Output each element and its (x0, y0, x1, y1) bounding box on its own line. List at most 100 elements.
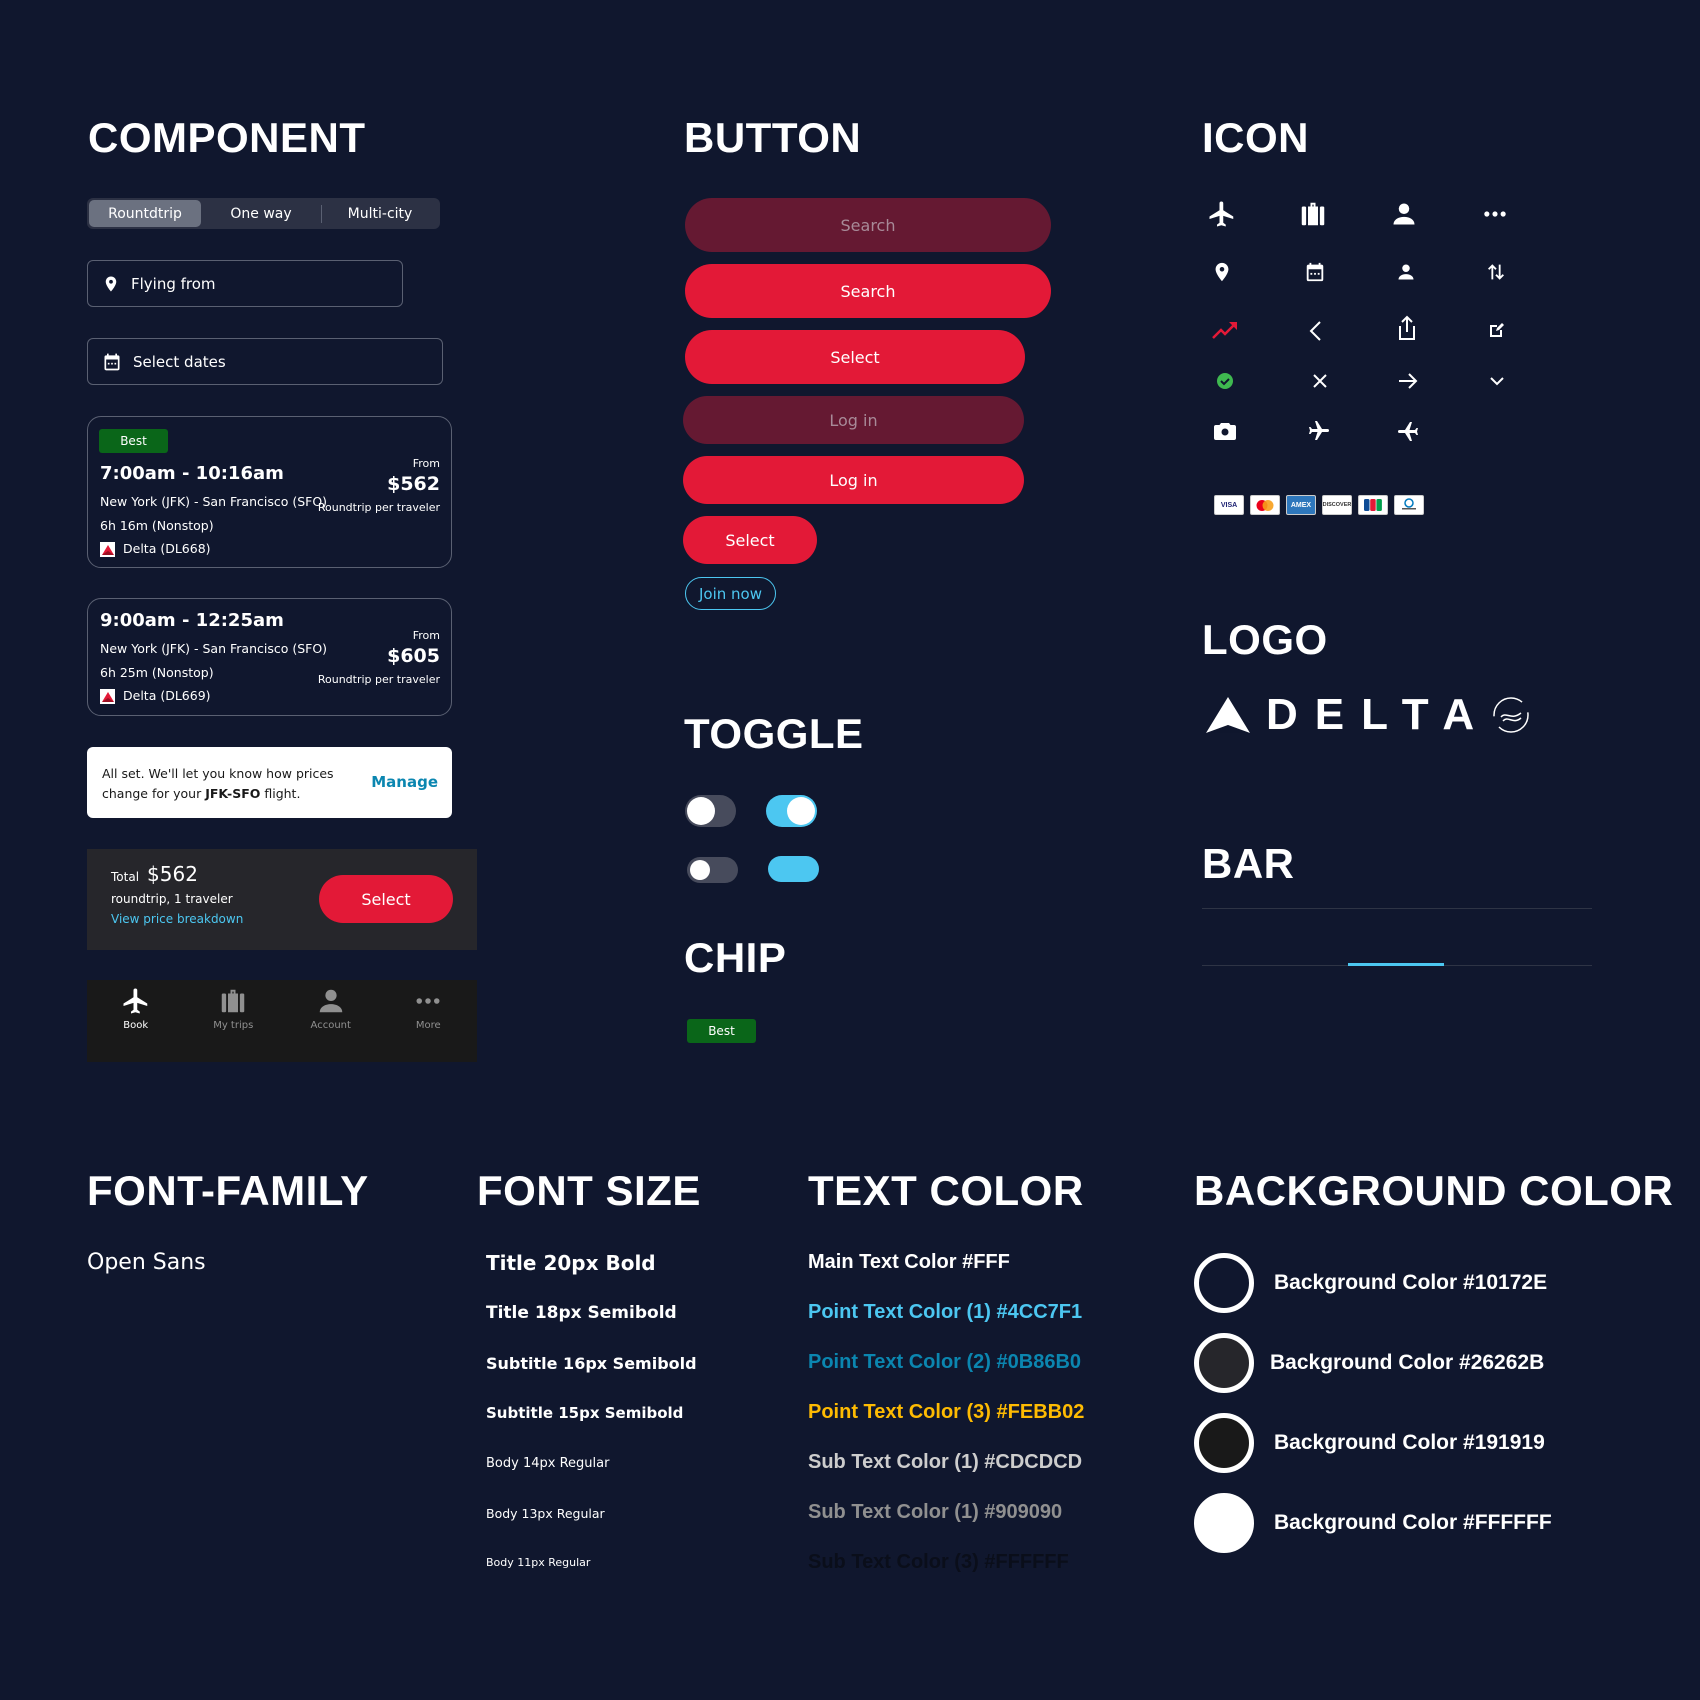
flight-card[interactable]: Best 7:00am - 10:16am New York (JFK) - S… (87, 416, 452, 568)
arrow-right-icon (1390, 363, 1426, 399)
more-dots-icon (1477, 196, 1513, 232)
flight-route: New York (JFK) - San Francisco (SFO) (100, 641, 328, 656)
background-color-row: Background Color #191919 (1194, 1413, 1545, 1473)
close-icon (1302, 363, 1338, 399)
bottom-navigation: Book My trips Account More (87, 980, 477, 1062)
background-color-row: Background Color #10172E (1194, 1253, 1547, 1313)
select-dates-input[interactable]: Select dates (87, 338, 443, 385)
total-row: Total $562 (111, 862, 198, 886)
heading-logo: LOGO (1202, 616, 1328, 663)
price-note: Roundtrip per traveler (317, 673, 440, 686)
check-circle-icon (1207, 363, 1243, 399)
airline-row: Delta (DL669) (100, 688, 211, 704)
font-size-sample: Subtitle 15px Semibold (486, 1404, 684, 1422)
best-chip: Best (687, 1019, 756, 1043)
trip-type-segmented-control: Rountdtrip One way Multi-city (87, 198, 440, 229)
amex-card-icon: AMEX (1286, 495, 1316, 515)
departure-plane-icon (1301, 413, 1337, 449)
nav-label: Book (123, 1020, 149, 1031)
bar-divider-top (1202, 908, 1592, 909)
person-icon (319, 989, 342, 1013)
chevron-down-icon (1479, 363, 1515, 399)
trip-type-roundtrip[interactable]: Rountdtrip (89, 200, 201, 227)
swap-vertical-icon (1478, 254, 1514, 290)
airline-row: Delta (DL668) (100, 541, 211, 557)
background-color-row: Background Color #26262B (1194, 1333, 1544, 1393)
join-now-button[interactable]: Join now (685, 577, 776, 610)
login-button-disabled[interactable]: Log in (683, 396, 1024, 444)
location-pin-icon (105, 276, 117, 291)
location-pin-icon (1204, 254, 1240, 290)
trip-info: roundtrip, 1 traveler (111, 892, 233, 906)
camera-icon (1207, 413, 1243, 449)
nav-label: My trips (213, 1020, 254, 1031)
calendar-icon (104, 353, 120, 370)
toggle-small-on[interactable] (768, 856, 819, 882)
delta-logo-icon (100, 689, 115, 704)
text-color-sample: Point Text Color (2) #0B86B0 (808, 1351, 1082, 1373)
font-family-name: Open Sans (87, 1250, 206, 1275)
discover-card-icon: DISCOVER (1322, 495, 1352, 515)
total-price: $562 (147, 862, 198, 886)
search-button-disabled[interactable]: Search (685, 198, 1051, 252)
alert-text-end: flight. (260, 786, 301, 801)
color-swatch (1194, 1493, 1254, 1553)
nav-label: More (415, 1020, 441, 1031)
nav-item-my-trips[interactable]: My trips (185, 980, 283, 1062)
flight-price: $562 (387, 473, 440, 495)
select-button-medium[interactable]: Select (685, 330, 1025, 384)
color-swatch (1194, 1333, 1254, 1393)
visa-card-icon: VISA (1214, 495, 1244, 515)
alert-text-line1: All set. We'll let you know how prices (102, 766, 334, 781)
background-color-label: Background Color #10172E (1274, 1271, 1548, 1294)
search-button[interactable]: Search (685, 264, 1051, 318)
flight-route: New York (JFK) - San Francisco (SFO) (100, 494, 328, 509)
share-icon (1389, 310, 1425, 346)
text-color-sample: Sub Text Color (1) #CDCDCD (808, 1451, 1083, 1473)
flight-time: 7:00am - 10:16am (100, 463, 284, 484)
bar-active-indicator (1348, 963, 1444, 966)
alert-route: JFK-SFO (205, 786, 261, 801)
delta-widget-icon (1206, 697, 1250, 733)
toggle-small-off[interactable] (687, 857, 738, 883)
text-color-sample: Main Text Color #FFF (808, 1251, 1010, 1273)
background-color-row: Background Color #FFFFFF (1194, 1493, 1552, 1553)
select-button-small[interactable]: Select (683, 516, 817, 564)
price-from-label: From (412, 629, 440, 642)
heading-background-color: BACKGROUND COLOR (1194, 1167, 1674, 1214)
background-color-label: Background Color #191919 (1274, 1431, 1545, 1454)
text-color-sample: Point Text Color (3) #FEBB02 (808, 1401, 1085, 1423)
diners-club-card-icon (1394, 495, 1424, 515)
person-small-icon (1388, 254, 1424, 290)
heading-bar: BAR (1202, 840, 1295, 887)
toggle-large-on[interactable] (766, 795, 817, 827)
view-price-breakdown-link[interactable]: View price breakdown (111, 912, 243, 926)
login-button[interactable]: Log in (683, 456, 1024, 504)
nav-item-book[interactable]: Book (87, 980, 185, 1062)
select-button[interactable]: Select (319, 875, 453, 923)
nav-label: Account (310, 1020, 351, 1031)
font-size-sample: Title 20px Bold (486, 1251, 656, 1275)
more-dots-icon (416, 998, 440, 1004)
skyteam-logo-icon (1493, 697, 1529, 733)
background-color-label: Background Color #FFFFFF (1274, 1511, 1552, 1534)
delta-logo-icon (100, 542, 115, 557)
toggle-large-off[interactable] (685, 795, 736, 827)
flying-from-input[interactable]: Flying from (87, 260, 403, 307)
toggle-knob (690, 860, 710, 880)
flight-card[interactable]: 9:00am - 12:25am New York (JFK) - San Fr… (87, 598, 452, 716)
heading-font-size: FONT SIZE (477, 1167, 701, 1214)
chevron-left-icon (1298, 313, 1334, 349)
heading-font-family: FONT-FAMILY (87, 1167, 369, 1214)
nav-item-account[interactable]: Account (282, 980, 380, 1062)
price-note: Roundtrip per traveler (317, 501, 440, 514)
text-color-sample: Sub Text Color (1) #909090 (808, 1501, 1063, 1523)
airplane-icon (123, 988, 147, 1014)
select-dates-placeholder: Select dates (133, 352, 226, 371)
airline-name: Delta (DL668) (123, 541, 211, 556)
trip-type-multi-city[interactable]: Multi-city (322, 200, 438, 227)
manage-link[interactable]: Manage (371, 773, 438, 791)
nav-item-more[interactable]: More (380, 980, 478, 1062)
trip-type-one-way[interactable]: One way (201, 200, 321, 227)
heading-button: BUTTON (684, 114, 862, 161)
